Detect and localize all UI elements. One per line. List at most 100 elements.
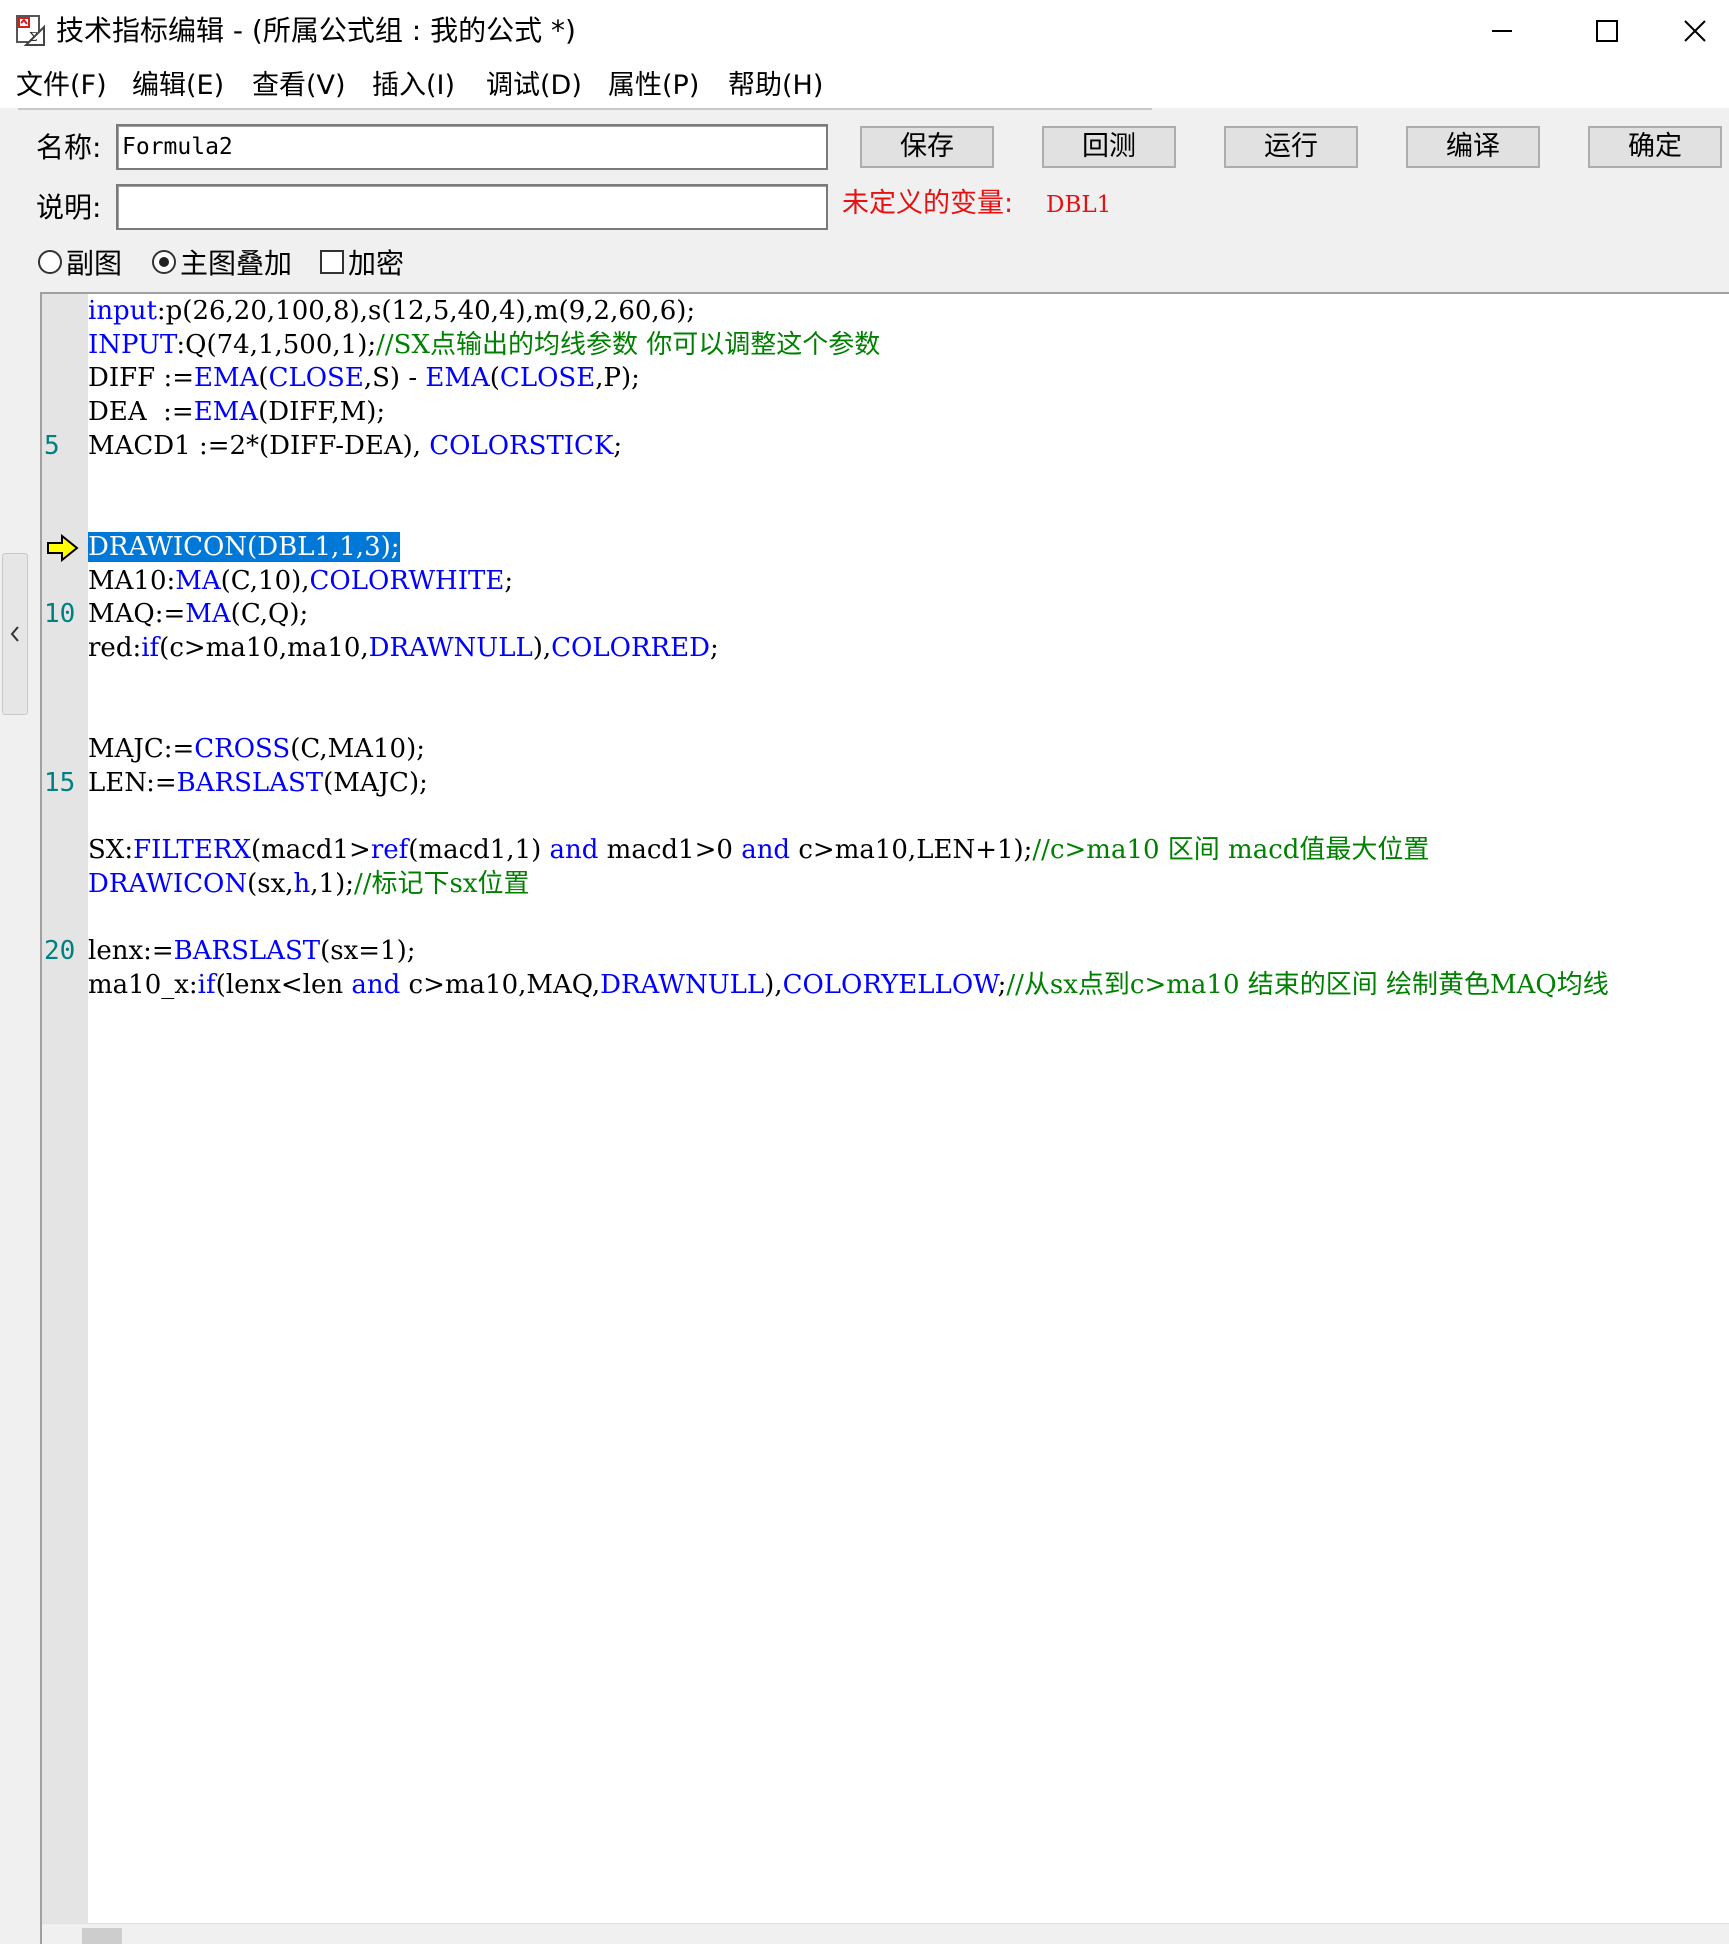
maximize-icon — [1596, 20, 1618, 42]
code-text: MACD1 :=2*(DIFF-DEA), COLORSTICK; — [88, 429, 622, 463]
menu-separator — [18, 108, 1152, 110]
name-input[interactable] — [116, 124, 828, 170]
code-line[interactable]: DRAWICON(sx,h,1);//标记下sx位置 — [42, 867, 1729, 901]
scrollbar-thumb[interactable] — [82, 1928, 122, 1944]
code-line[interactable]: SX:FILTERX(macd1>ref(macd1,1) and macd1>… — [42, 833, 1729, 867]
save-button[interactable]: 保存 — [860, 126, 994, 168]
code-line[interactable] — [42, 496, 1729, 530]
menu-properties[interactable]: 属性(P) — [608, 70, 699, 102]
line-number: 20 — [44, 936, 76, 967]
code-token: (DIFF,M); — [258, 397, 386, 428]
code-line[interactable]: red:if(c>ma10,ma10,DRAWNULL),COLORRED; — [42, 631, 1729, 665]
code-keyword: EMA — [425, 363, 490, 394]
main-overlay-radio[interactable] — [152, 250, 176, 274]
code-token: ( — [489, 363, 500, 394]
code-keyword: CROSS — [194, 734, 291, 765]
code-line[interactable] — [42, 665, 1729, 699]
code-token: (c>ma10,ma10, — [159, 633, 369, 663]
chevron-left-icon — [10, 626, 19, 642]
code-line[interactable]: 20 lenx:=BARSLAST(sx=1); — [42, 934, 1729, 968]
code-token: (macd1> — [250, 835, 371, 866]
code-text: MA10:MA(C,10),COLORWHITE; — [88, 564, 513, 598]
code-token: DIFF := — [88, 363, 195, 394]
code-line[interactable]: INPUT:Q(74,1,500,1);//SX点输出的均线参数 你可以调整这个… — [42, 328, 1729, 362]
encrypt-checkbox[interactable] — [320, 250, 344, 274]
side-panel-toggle[interactable] — [2, 553, 28, 715]
title-bar: Σ 技术指标编辑 - (所属公式组 : 我的公式 *) — [0, 0, 1729, 62]
code-keyword: EMA — [194, 363, 259, 394]
code-token: ,P); — [595, 363, 640, 394]
menu-debug[interactable]: 调试(D) — [486, 70, 582, 102]
code-token: ; — [504, 565, 514, 596]
code-line[interactable]: 15 LEN:=BARSLAST(MAJC); — [42, 766, 1729, 800]
code-token: MAJC:= — [88, 734, 195, 765]
code-line[interactable]: DRAWICON(DBL1,1,3); — [42, 530, 1729, 564]
code-text: LEN:=BARSLAST(MAJC); — [88, 766, 428, 800]
code-line[interactable]: DEA :=EMA(DIFF,M); — [42, 395, 1729, 429]
window-title: 技术指标编辑 - (所属公式组 : 我的公式 *) — [56, 14, 576, 47]
code-token: lenx:= — [88, 936, 174, 967]
backtest-button[interactable]: 回测 — [1042, 126, 1176, 168]
code-comment: //标记下sx位置 — [354, 868, 530, 899]
close-button[interactable] — [1660, 0, 1729, 62]
code-keyword: INPUT — [88, 329, 177, 360]
menu-edit[interactable]: 编辑(E) — [132, 70, 224, 102]
minimize-button[interactable] — [1450, 0, 1554, 62]
maximize-button[interactable] — [1555, 0, 1659, 62]
code-token: DEA := — [88, 397, 194, 428]
code-token: :Q(74,1,500,1); — [176, 329, 377, 360]
code-token: (C,10), — [220, 565, 310, 596]
code-token: LEN:= — [88, 767, 177, 798]
code-line[interactable]: DIFF :=EMA(CLOSE,S) - EMA(CLOSE,P); — [42, 361, 1729, 395]
code-token: (lenx<len — [215, 970, 352, 1000]
main-overlay-label: 主图叠加 — [180, 247, 293, 280]
menu-file[interactable]: 文件(F) — [16, 70, 107, 102]
code-line[interactable] — [42, 698, 1729, 732]
menu-help[interactable]: 帮助(H) — [728, 70, 823, 102]
code-line[interactable]: input:p(26,20,100,8),s(12,5,40,4),m(9,2,… — [42, 294, 1729, 328]
code-keyword: BARSLAST — [176, 767, 324, 798]
code-keyword: ref — [370, 835, 409, 866]
code-line[interactable]: MA10:MA(C,10),COLORWHITE; — [42, 564, 1729, 598]
name-label: 名称: — [36, 131, 102, 164]
code-token: MAQ:= — [88, 599, 186, 630]
code-line[interactable] — [42, 800, 1729, 834]
code-token: ), — [532, 633, 552, 663]
code-text: MAJC:=CROSS(C,MA10); — [88, 732, 425, 766]
horizontal-scrollbar[interactable] — [42, 1923, 1729, 1944]
encrypt-option[interactable]: 加密 — [320, 244, 404, 280]
code-line[interactable] — [42, 463, 1729, 497]
menu-view[interactable]: 查看(V) — [252, 70, 346, 102]
code-keyword: EMA — [193, 397, 259, 428]
code-line[interactable]: 10 MAQ:=MA(C,Q); — [42, 597, 1729, 631]
compile-button[interactable]: 编译 — [1406, 126, 1540, 168]
run-button[interactable]: 运行 — [1224, 126, 1358, 168]
main-overlay-option[interactable]: 主图叠加 — [152, 244, 292, 280]
menu-insert[interactable]: 插入(I) — [372, 70, 455, 102]
code-keyword: COLORWHITE — [309, 565, 505, 596]
code-keyword: DRAWICON — [88, 868, 248, 899]
code-text: lenx:=BARSLAST(sx=1); — [88, 934, 416, 968]
code-comment: //从sx点到c>ma10 结束的区间 绘制黄色MAQ均线 — [1006, 970, 1609, 1000]
code-line[interactable]: ma10_x:if(lenx<len and c>ma10,MAQ,DRAWNU… — [42, 968, 1729, 1002]
code-line[interactable]: 5 MACD1 :=2*(DIFF-DEA), COLORSTICK; — [42, 429, 1729, 463]
sub-chart-radio[interactable] — [38, 250, 62, 274]
code-token: red: — [88, 633, 142, 663]
code-line[interactable] — [42, 901, 1729, 935]
description-input[interactable] — [116, 184, 828, 230]
code-token: ; — [613, 430, 623, 461]
code-line[interactable]: MAJC:=CROSS(C,MA10); — [42, 732, 1729, 766]
code-token: ,S) - — [363, 363, 426, 394]
code-keyword: if — [141, 633, 160, 663]
formula-editor-icon: Σ — [16, 15, 45, 46]
code-editor[interactable]: input:p(26,20,100,8),s(12,5,40,4),m(9,2,… — [40, 292, 1729, 1944]
sub-chart-option[interactable]: 副图 — [38, 244, 122, 280]
code-keyword: FILTERX — [133, 835, 251, 866]
minimize-icon — [1492, 30, 1512, 32]
code-token: ( — [258, 363, 269, 394]
code-token: :p(26,20,100,8),s(12,5,40,4),m(9,2,60,6)… — [156, 296, 696, 326]
code-text: DRAWICON(DBL1,1,3); — [88, 530, 400, 564]
code-token: macd1>0 — [598, 835, 742, 866]
code-text: DRAWICON(sx,h,1);//标记下sx位置 — [88, 867, 530, 901]
ok-button[interactable]: 确定 — [1588, 126, 1722, 168]
